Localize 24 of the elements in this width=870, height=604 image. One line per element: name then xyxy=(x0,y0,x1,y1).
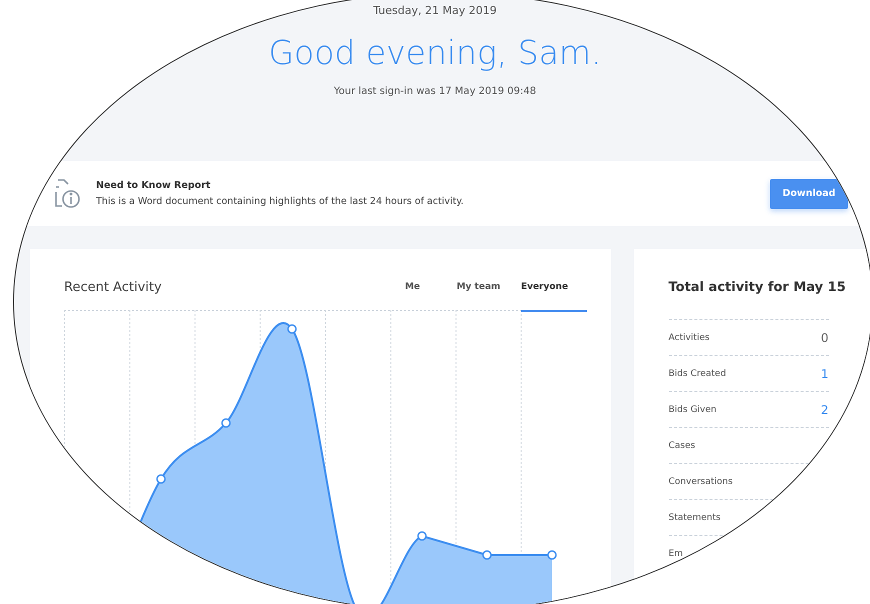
data-point xyxy=(221,418,231,428)
greeting-heading: Good evening, Sam. xyxy=(268,33,602,72)
filter-tab[interactable]: Me xyxy=(380,282,446,292)
data-point xyxy=(287,324,297,334)
data-point xyxy=(482,550,492,560)
activity-label: Bids Given xyxy=(668,404,716,414)
data-point xyxy=(417,531,427,541)
filter-tab[interactable]: My team xyxy=(446,282,512,292)
recent-activity-title: Recent Activity xyxy=(64,280,163,294)
activity-label: Cases xyxy=(668,440,696,450)
last-signin-text: Your last sign-in was 17 May 2019 09:48 xyxy=(334,86,536,97)
activity-label: Bids Created xyxy=(668,368,726,378)
activity-count: 0 xyxy=(820,330,828,344)
filter-tab[interactable]: Everyone xyxy=(512,282,578,292)
report-description: This is a Word document containing highlights of the last 24 hours of activity. xyxy=(96,196,465,207)
data-point xyxy=(156,474,166,484)
data-point xyxy=(547,550,557,560)
activity-label: Statements xyxy=(668,512,721,522)
report-title: Need to Know Report xyxy=(96,180,212,191)
date-text: Tuesday, 21 May 2019 xyxy=(373,4,497,17)
activity-label: Em xyxy=(668,548,683,558)
activity-label: Conversations xyxy=(668,476,733,486)
activity-label: Activities xyxy=(668,332,710,342)
total-activity-title: Total activity for May 15 xyxy=(668,280,846,294)
